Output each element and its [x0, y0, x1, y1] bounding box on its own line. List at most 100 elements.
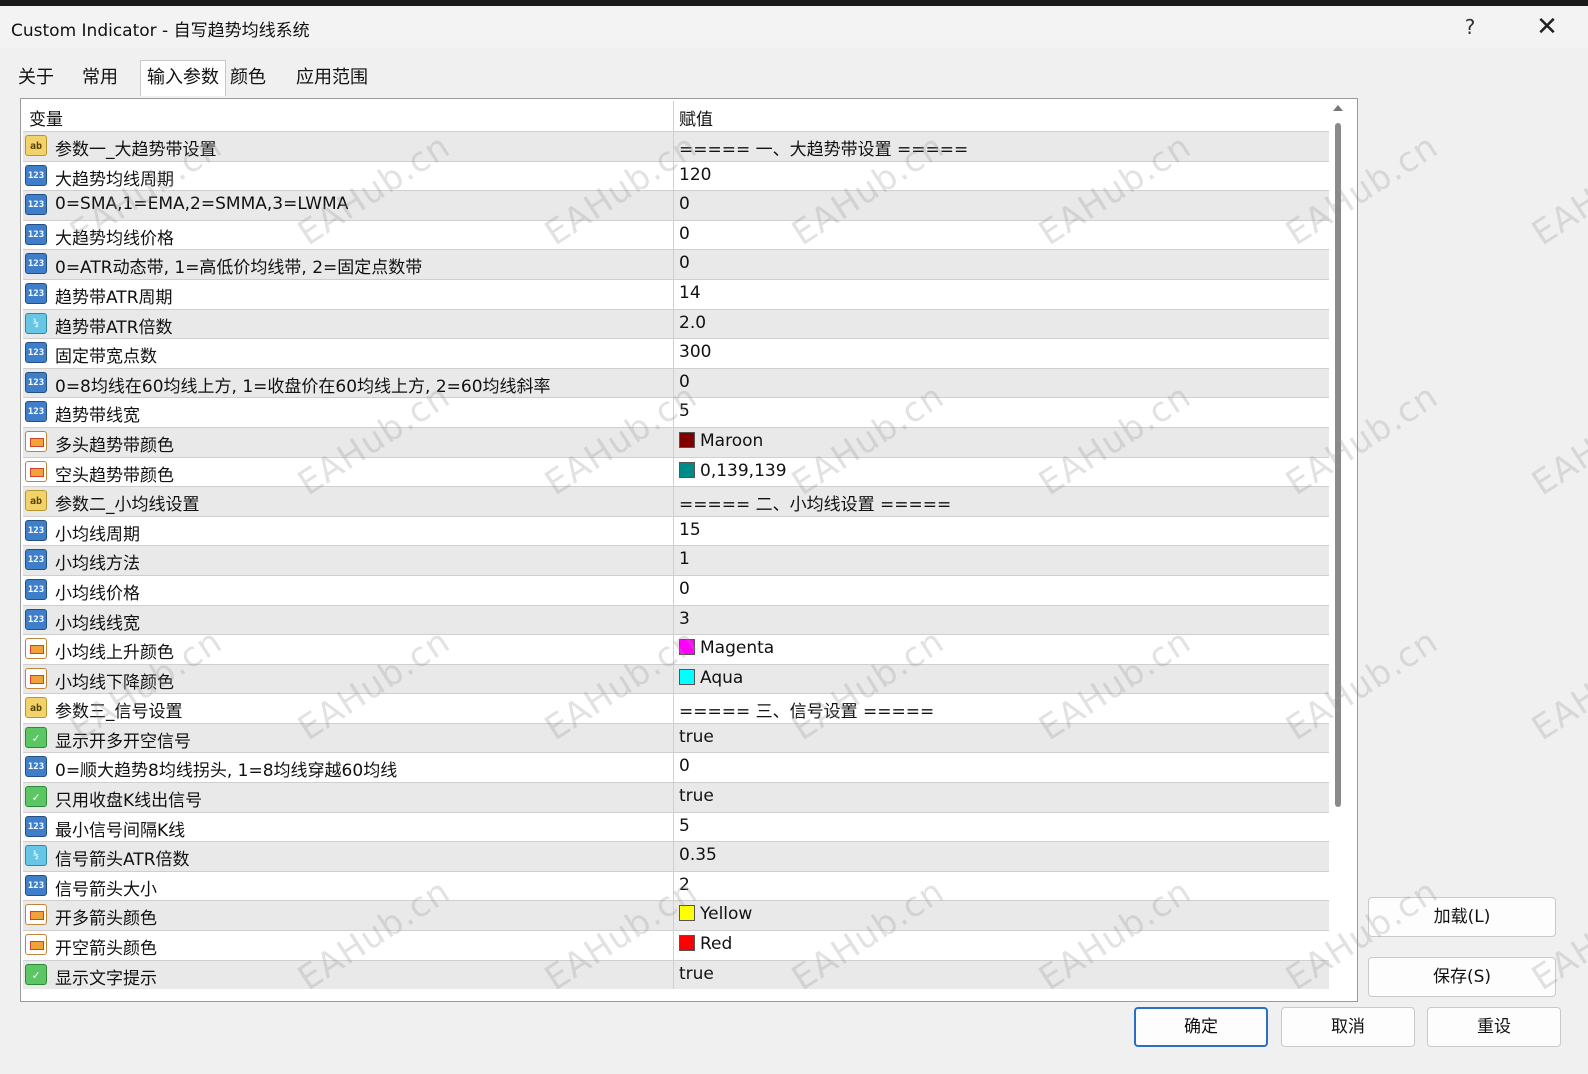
load-button[interactable]: 加载(L): [1368, 897, 1556, 937]
parameter-row[interactable]: 123 趋势带ATR周期 14: [23, 278, 1329, 309]
parameter-row[interactable]: 小均线下降颜色 Aqua: [23, 663, 1329, 694]
parameter-name: 趋势带ATR周期: [55, 287, 173, 308]
header-variable[interactable]: 变量: [29, 105, 63, 130]
parameter-row[interactable]: 空头趋势带颜色 0,139,139: [23, 456, 1329, 487]
color-swatch: [679, 935, 695, 952]
bool-type-icon: ✓: [25, 726, 47, 748]
parameter-value[interactable]: true: [679, 786, 714, 806]
integer-type-icon: 123: [25, 578, 47, 600]
tab-common[interactable]: 常用: [76, 62, 124, 94]
parameter-row[interactable]: 开空箭头颜色 Red: [23, 930, 1329, 960]
parameter-value[interactable]: ===== 一、大趋势带设置 =====: [679, 135, 968, 160]
parameter-row[interactable]: 小均线上升颜色 Magenta: [23, 634, 1329, 664]
parameter-name: 开多箭头颜色: [55, 909, 157, 930]
parameter-value[interactable]: 0: [679, 224, 690, 244]
parameter-row[interactable]: 123 小均线方法 1: [23, 545, 1329, 575]
parameter-value[interactable]: 0: [679, 194, 690, 214]
parameter-value[interactable]: 0,139,139: [679, 461, 787, 481]
parameter-name: 小均线线宽: [55, 613, 140, 634]
parameter-value-text: Yellow: [700, 904, 753, 925]
tab-about[interactable]: 关于: [12, 62, 60, 94]
parameter-value[interactable]: true: [679, 964, 714, 984]
parameter-value[interactable]: ===== 二、小均线设置 =====: [679, 490, 951, 515]
parameter-row[interactable]: ½ 趋势带ATR倍数 2.0: [23, 308, 1329, 339]
parameter-row[interactable]: ab 参数二_小均线设置 ===== 二、小均线设置 =====: [23, 486, 1329, 516]
parameter-row[interactable]: ✓ 只用收盘K线出信号 true: [23, 782, 1329, 812]
close-icon: ✕: [1536, 12, 1558, 42]
parameter-value[interactable]: 120: [679, 165, 711, 185]
parameter-row[interactable]: 123 最小信号间隔K线 5: [23, 811, 1329, 842]
parameter-value[interactable]: 0: [679, 372, 690, 392]
tab-colors[interactable]: 颜色: [224, 62, 272, 94]
parameter-row[interactable]: ½ 信号箭头ATR倍数 0.35: [23, 841, 1329, 871]
parameter-value[interactable]: 2.0: [679, 313, 706, 333]
parameter-row[interactable]: 123 0=SMA,1=EMA,2=SMMA,3=LWMA 0: [23, 190, 1329, 220]
parameter-value[interactable]: Magenta: [679, 638, 774, 658]
vertical-scrollbar[interactable]: [1335, 123, 1341, 807]
ok-button[interactable]: 确定: [1134, 1007, 1268, 1047]
parameter-value[interactable]: Yellow: [679, 904, 752, 924]
parameter-row[interactable]: ✓ 显示文字提示 true: [23, 959, 1329, 990]
parameter-value-text: true: [679, 786, 714, 807]
parameter-value[interactable]: 0: [679, 579, 690, 599]
parameter-value[interactable]: 2: [679, 875, 690, 895]
parameter-row[interactable]: 123 大趋势均线周期 120: [23, 160, 1329, 191]
parameter-row[interactable]: 开多箭头颜色 Yellow: [23, 900, 1329, 931]
parameter-name: 0=ATR动态带, 1=高低价均线带, 2=固定点数带: [55, 258, 423, 279]
column-divider: [673, 960, 674, 990]
help-button[interactable]: ?: [1455, 12, 1485, 42]
parameter-row[interactable]: ab 参数一_大趋势带设置 ===== 一、大趋势带设置 =====: [23, 131, 1329, 161]
column-divider: [673, 339, 674, 368]
parameter-value[interactable]: Red: [679, 934, 732, 954]
parameter-name: 显示文字提示: [55, 968, 157, 989]
parameter-name: 参数一_大趋势带设置: [55, 140, 217, 160]
parameter-row[interactable]: 123 0=ATR动态带, 1=高低价均线带, 2=固定点数带 0: [23, 249, 1329, 279]
parameter-value[interactable]: 0.35: [679, 845, 717, 865]
cancel-button[interactable]: 取消: [1281, 1007, 1415, 1047]
parameter-row[interactable]: 123 固定带宽点数 300: [23, 338, 1329, 368]
parameter-row[interactable]: 123 小均线周期 15: [23, 515, 1329, 546]
parameter-row[interactable]: 123 信号箭头大小 2: [23, 870, 1329, 901]
parameter-row[interactable]: 123 大趋势均线价格 0: [23, 219, 1329, 250]
parameter-value[interactable]: ===== 三、信号设置 =====: [679, 697, 934, 722]
parameter-name: 最小信号间隔K线: [55, 820, 186, 841]
scroll-up-arrow[interactable]: [1333, 105, 1343, 111]
parameter-row[interactable]: 多头趋势带颜色 Maroon: [23, 426, 1329, 457]
parameter-row[interactable]: 123 小均线线宽 3: [23, 604, 1329, 635]
header-value[interactable]: 赋值: [679, 105, 713, 130]
parameter-value[interactable]: 15: [679, 520, 701, 540]
parameter-value[interactable]: 0: [679, 756, 690, 776]
parameter-value-text: Maroon: [700, 430, 764, 451]
color-type-icon: [25, 667, 47, 689]
column-divider: [673, 250, 674, 279]
parameter-value[interactable]: 300: [679, 342, 711, 362]
parameter-value[interactable]: 1: [679, 549, 690, 569]
integer-type-icon: 123: [25, 549, 47, 571]
parameter-name: 小均线周期: [55, 524, 140, 545]
integer-type-icon: 123: [25, 223, 47, 245]
parameter-row[interactable]: 123 0=顺大趋势8均线拐头, 1=8均线穿越60均线 0: [23, 752, 1329, 783]
parameter-row[interactable]: ab 参数三_信号设置 ===== 三、信号设置 =====: [23, 693, 1329, 723]
parameter-row[interactable]: 123 趋势带线宽 5: [23, 397, 1329, 427]
parameter-value[interactable]: Aqua: [679, 668, 743, 688]
parameter-name: 大趋势均线价格: [55, 228, 174, 249]
parameter-value[interactable]: Maroon: [679, 431, 763, 451]
reset-button[interactable]: 重设: [1427, 1007, 1561, 1047]
close-button[interactable]: ✕: [1530, 10, 1564, 44]
save-button[interactable]: 保存(S): [1368, 957, 1556, 997]
parameter-value-text: 0.35: [679, 845, 717, 866]
parameter-row[interactable]: ✓ 显示开多开空信号 true: [23, 722, 1329, 753]
parameter-value[interactable]: 14: [679, 283, 701, 303]
parameter-name: 参数二_小均线设置: [55, 495, 200, 516]
parameter-value[interactable]: 3: [679, 609, 690, 629]
parameter-row[interactable]: 123 小均线价格 0: [23, 574, 1329, 605]
integer-type-icon: 123: [25, 253, 47, 275]
tab-visualization[interactable]: 应用范围: [290, 62, 374, 94]
parameter-value[interactable]: 5: [679, 401, 690, 421]
parameter-value[interactable]: 5: [679, 816, 690, 836]
parameter-row[interactable]: 123 0=8均线在60均线上方, 1=收盘价在60均线上方, 2=60均线斜率 0: [23, 367, 1329, 398]
parameter-value[interactable]: 0: [679, 253, 690, 273]
column-divider: [673, 931, 674, 960]
parameter-value[interactable]: true: [679, 727, 714, 747]
tab-inputs[interactable]: 输入参数: [140, 60, 226, 96]
